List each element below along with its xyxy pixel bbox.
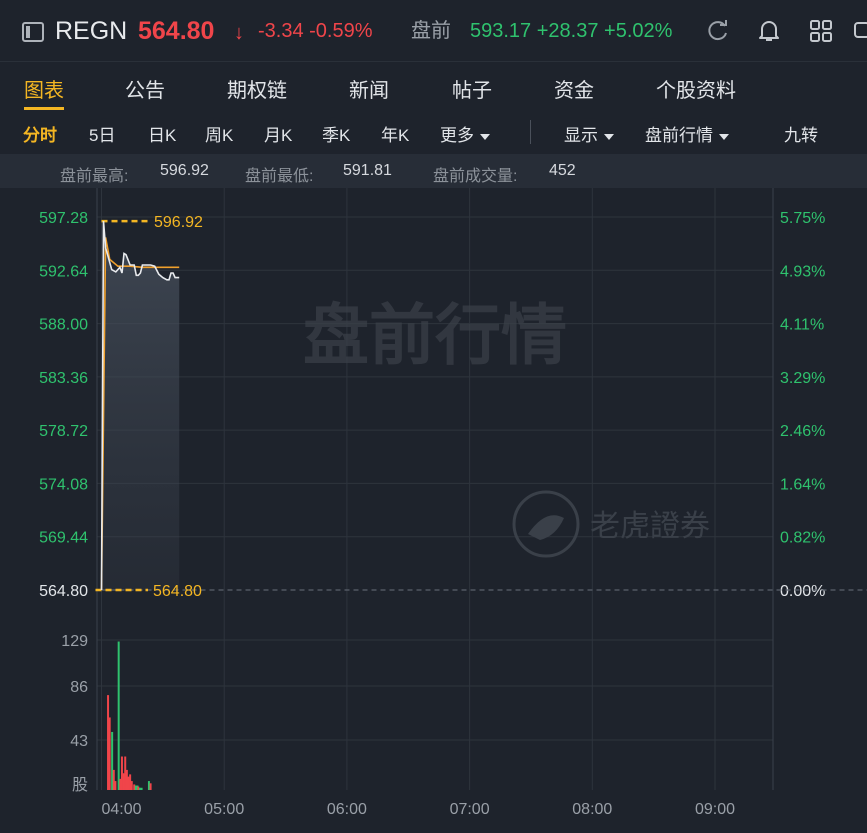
price-tick-label: 583.36	[39, 370, 88, 387]
chart-grid	[96, 188, 774, 790]
main-tabs: 图表 公告 期权链 新闻 帖子 资金 个股资料	[0, 62, 867, 110]
tiger-logo-icon	[512, 490, 580, 558]
period-quarterly[interactable]: 季K	[322, 121, 350, 146]
chevron-down-icon	[604, 133, 614, 140]
premarket-quote-label: 盘前行情	[645, 126, 713, 145]
premarket-quote-dropdown[interactable]: 盘前行情	[645, 121, 729, 146]
bell-icon[interactable]	[756, 18, 782, 44]
premarket-volume-label: 盘前成交量:	[433, 168, 518, 185]
time-tick-label: 08:00	[572, 801, 612, 818]
premarket-volume-value: 452	[549, 162, 576, 179]
price-tick-label: 578.72	[39, 423, 88, 440]
percent-tick-label: 0.82%	[780, 530, 825, 547]
expand-icon[interactable]	[850, 18, 867, 44]
premarket-low-value: 591.81	[343, 162, 392, 179]
price-tick-label: 574.08	[39, 476, 88, 493]
period-intraday[interactable]: 分时	[23, 121, 57, 146]
tab-chart[interactable]: 图表	[24, 74, 64, 103]
period-5day[interactable]: 5日	[89, 121, 115, 146]
volume-tick-label: 129	[61, 633, 88, 650]
percent-tick-label: 0.00%	[780, 583, 825, 600]
volume-tick-label: 股	[72, 776, 88, 794]
refresh-icon[interactable]	[705, 18, 731, 44]
premarket-low-label: 盘前最低:	[245, 168, 314, 185]
toolbar-divider	[530, 120, 531, 144]
more-label: 更多	[440, 126, 474, 145]
quote-header: REGN 564.80 ↓ -3.34 -0.59% 盘前 593.17 +28…	[0, 0, 867, 62]
chart-watermark: 盘前行情	[303, 297, 567, 374]
price-tick-label: 569.44	[39, 530, 88, 547]
down-arrow-icon: ↓	[234, 22, 244, 44]
tab-announcements[interactable]: 公告	[125, 74, 165, 103]
more-dropdown[interactable]: 更多	[440, 121, 490, 146]
percent-tick-label: 4.93%	[780, 263, 825, 280]
percent-tick-label: 3.29%	[780, 370, 825, 387]
brand-watermark: 老虎證券	[590, 509, 710, 544]
volume-bar	[108, 717, 111, 790]
time-tick-label: 09:00	[695, 801, 735, 818]
price-area-fill	[101, 221, 180, 590]
percent-tick-label: 5.75%	[780, 210, 825, 227]
high-marker-label: 596.92	[154, 214, 203, 231]
price-tick-label: 597.28	[39, 210, 88, 227]
time-tick-label: 06:00	[327, 801, 367, 818]
tab-news[interactable]: 新闻	[349, 74, 389, 103]
nine-turn-button[interactable]: 九转	[784, 121, 818, 146]
volume-bar	[114, 781, 117, 790]
price-change: -3.34 -0.59%	[258, 20, 373, 42]
volume-tick-label: 43	[70, 733, 88, 750]
volume-bar	[140, 787, 143, 790]
percent-tick-label: 1.64%	[780, 476, 825, 493]
period-yearly[interactable]: 年K	[381, 121, 409, 146]
period-weekly[interactable]: 周K	[205, 121, 233, 146]
period-monthly[interactable]: 月K	[264, 121, 292, 146]
display-label: 显示	[564, 126, 598, 145]
chevron-down-icon	[719, 133, 729, 140]
volume-bar	[117, 641, 120, 790]
intraday-chart[interactable]: 盘前行情 老虎證券 597.28 592.64 588.00 583.36 578.72…	[0, 188, 867, 833]
time-tick-label: 07:00	[450, 801, 490, 818]
last-price: 564.80	[138, 17, 215, 45]
period-toolbar: 分时 5日 日K 周K 月K 季K 年K 更多 显示 盘前行情 九转	[0, 110, 867, 154]
time-tick-label: 05:00	[204, 801, 244, 818]
ticker-symbol: REGN	[55, 17, 128, 45]
premarket-high-value: 596.92	[160, 162, 209, 179]
volume-bar	[130, 781, 133, 790]
price-tick-label: 564.80	[39, 583, 88, 600]
tab-company-profile[interactable]: 个股资料	[656, 74, 736, 103]
tab-posts[interactable]: 帖子	[452, 74, 492, 103]
period-daily[interactable]: 日K	[148, 121, 176, 146]
premarket-price: 593.17 +28.37 +5.02%	[470, 20, 673, 42]
grid-icon[interactable]	[808, 18, 834, 44]
tab-options-chain[interactable]: 期权链	[227, 74, 287, 103]
premarket-high-label: 盘前最高:	[60, 168, 129, 185]
base-marker-label: 564.80	[153, 583, 202, 600]
price-tick-label: 592.64	[39, 263, 88, 280]
sidebar-toggle-icon[interactable]	[22, 22, 44, 42]
tab-capital[interactable]: 资金	[554, 74, 594, 103]
percent-tick-label: 4.11%	[780, 317, 824, 334]
volume-bar	[149, 783, 152, 790]
percent-tick-label: 2.46%	[780, 423, 825, 440]
premarket-stats-bar: 盘前最高: 596.92 盘前最低: 591.81 盘前成交量: 452	[0, 154, 867, 188]
price-tick-label: 588.00	[39, 317, 88, 334]
premarket-label: 盘前	[411, 20, 451, 42]
time-tick-label: 04:00	[101, 801, 141, 818]
display-dropdown[interactable]: 显示	[564, 121, 614, 146]
chevron-down-icon	[480, 133, 490, 140]
volume-tick-label: 86	[70, 679, 88, 696]
